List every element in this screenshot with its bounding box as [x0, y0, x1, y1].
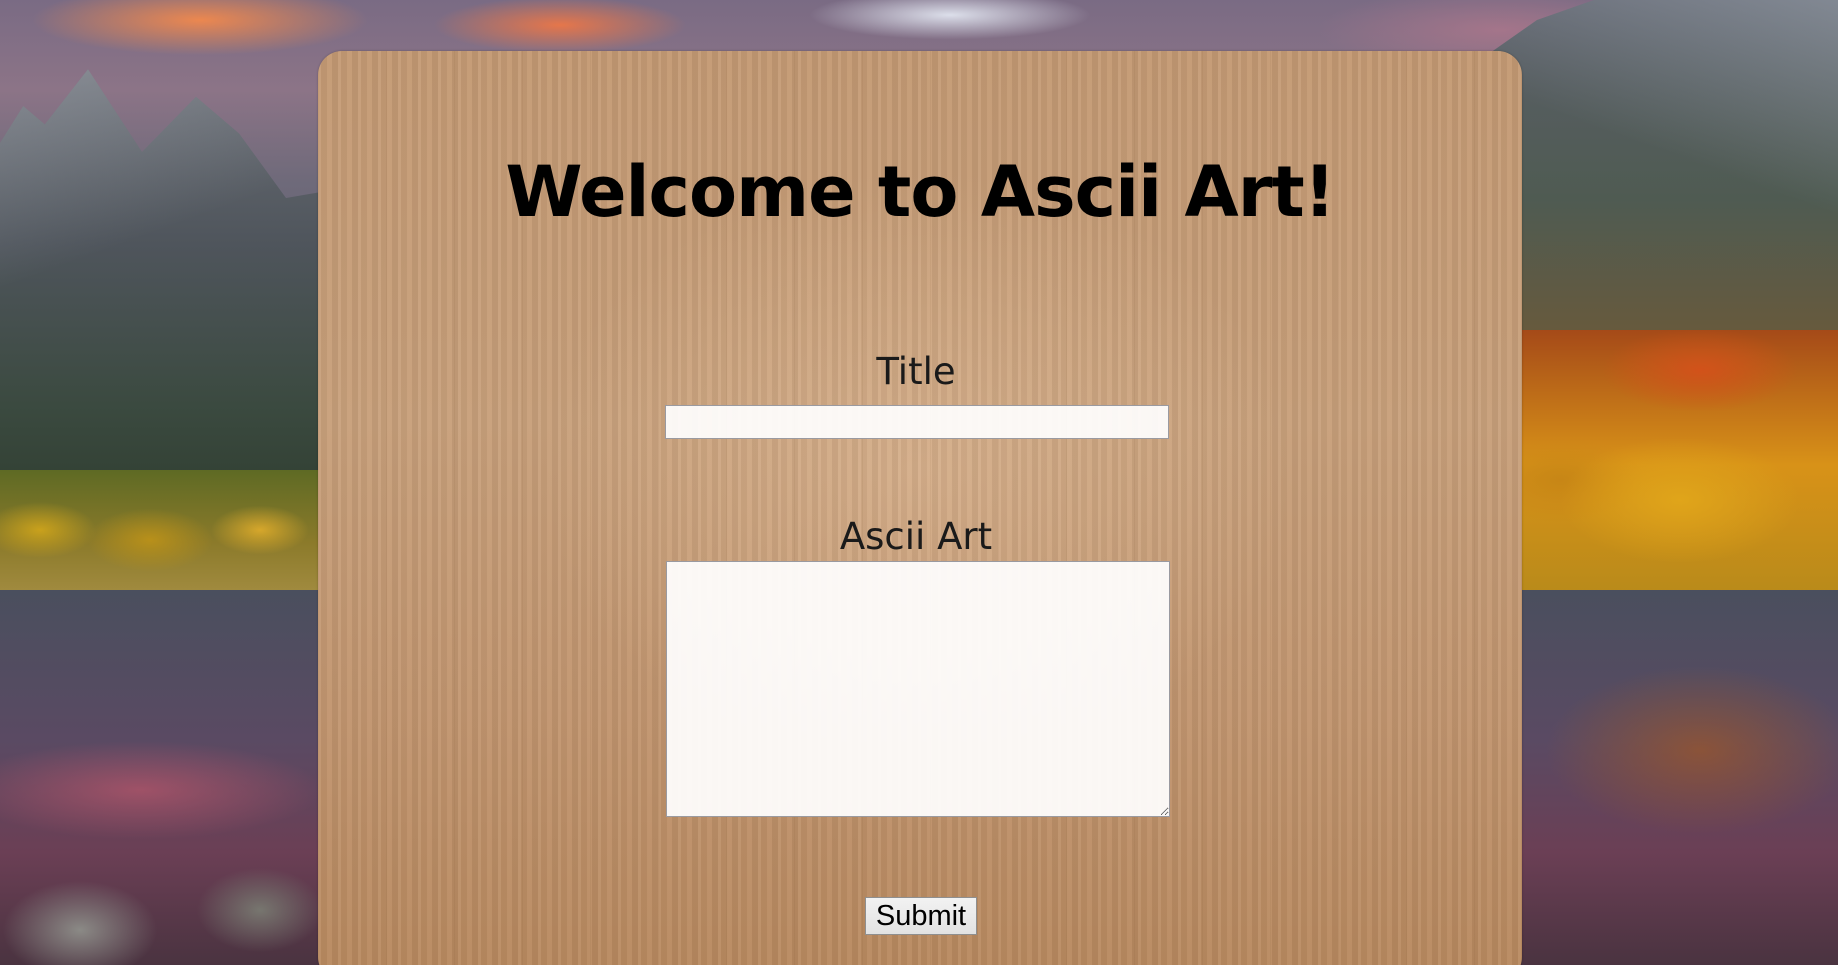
- ascii-art-textarea[interactable]: [666, 561, 1170, 817]
- ascii-art-label: Ascii Art: [839, 515, 993, 558]
- background-foliage-left: [0, 470, 330, 590]
- title-input[interactable]: [665, 405, 1169, 439]
- wood-panel: Welcome to Ascii Art! Title Ascii Art Su…: [318, 51, 1522, 965]
- title-label: Title: [876, 350, 956, 393]
- background-rocks: [0, 840, 330, 965]
- page-title: Welcome to Ascii Art!: [505, 151, 1335, 233]
- submit-button[interactable]: Submit: [865, 897, 977, 935]
- background-foliage-right: [1480, 330, 1838, 600]
